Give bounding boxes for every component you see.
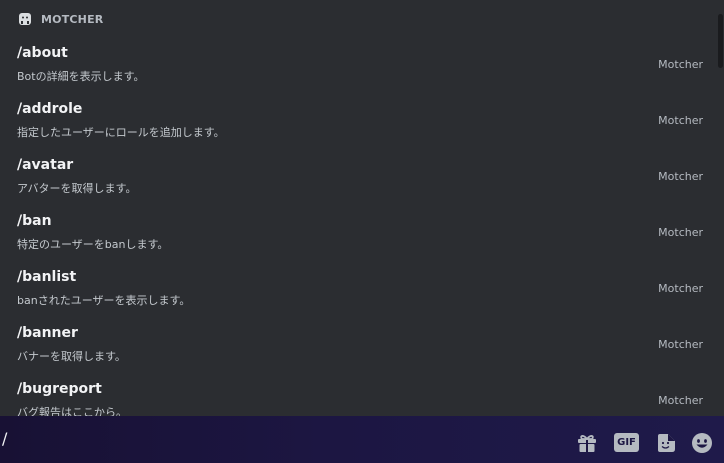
command-source: Motcher — [658, 282, 703, 295]
command-description: 指定したユーザーにロールを追加します。 — [17, 126, 225, 139]
command-description: 特定のユーザーをbanします。 — [17, 238, 169, 251]
command-source: Motcher — [658, 226, 703, 239]
section-header: MOTCHER — [0, 0, 724, 38]
command-source: Motcher — [658, 114, 703, 127]
bot-icon — [18, 12, 32, 26]
command-name: /banlist — [17, 269, 77, 285]
command-source: Motcher — [658, 58, 703, 71]
command-name: /avatar — [17, 157, 74, 173]
command-description: Botの詳細を表示します。 — [17, 70, 145, 83]
command-item[interactable]: /bugreport バグ報告はここから。 Motcher — [0, 374, 724, 416]
command-description: アバターを取得します。 — [17, 182, 137, 195]
command-list: /about Botの詳細を表示します。 Motcher/addrole 指定したユー… — [0, 38, 724, 416]
command-autocomplete-popup: MOTCHER /about Botの詳細を表示します。 Motcher/addro… — [0, 0, 724, 416]
command-source: Motcher — [658, 394, 703, 407]
command-item[interactable]: /addrole 指定したユーザーにロールを追加します。 Motcher — [0, 94, 724, 150]
command-description: banされたユーザーを表示します。 — [17, 294, 191, 307]
command-description: バナーを取得します。 — [17, 350, 126, 363]
emoji-icon[interactable] — [691, 432, 713, 454]
message-input[interactable]: / — [2, 429, 7, 448]
command-item[interactable]: /banlist banされたユーザーを表示します。 Motcher — [0, 262, 724, 318]
scrollbar-track[interactable] — [716, 0, 724, 416]
command-source: Motcher — [658, 338, 703, 351]
command-item[interactable]: /avatar アバターを取得します。 Motcher — [0, 150, 724, 206]
command-source: Motcher — [658, 170, 703, 183]
command-item[interactable]: /ban 特定のユーザーをbanします。 Motcher — [0, 206, 724, 262]
gif-icon[interactable]: GIF — [614, 433, 639, 452]
command-name: /banner — [17, 325, 78, 341]
section-title: MOTCHER — [41, 12, 104, 26]
gif-label: GIF — [617, 437, 636, 448]
command-name: /ban — [17, 213, 52, 229]
gift-icon[interactable] — [576, 432, 598, 454]
command-description: バグ報告はここから。 — [17, 406, 127, 416]
command-name: /about — [17, 45, 68, 61]
sticker-icon[interactable] — [655, 432, 677, 454]
command-name: /bugreport — [17, 381, 102, 397]
command-name: /addrole — [17, 101, 83, 117]
command-item[interactable]: /about Botの詳細を表示します。 Motcher — [0, 38, 724, 94]
command-item[interactable]: /banner バナーを取得します。 Motcher — [0, 318, 724, 374]
scrollbar-thumb[interactable] — [718, 14, 723, 68]
